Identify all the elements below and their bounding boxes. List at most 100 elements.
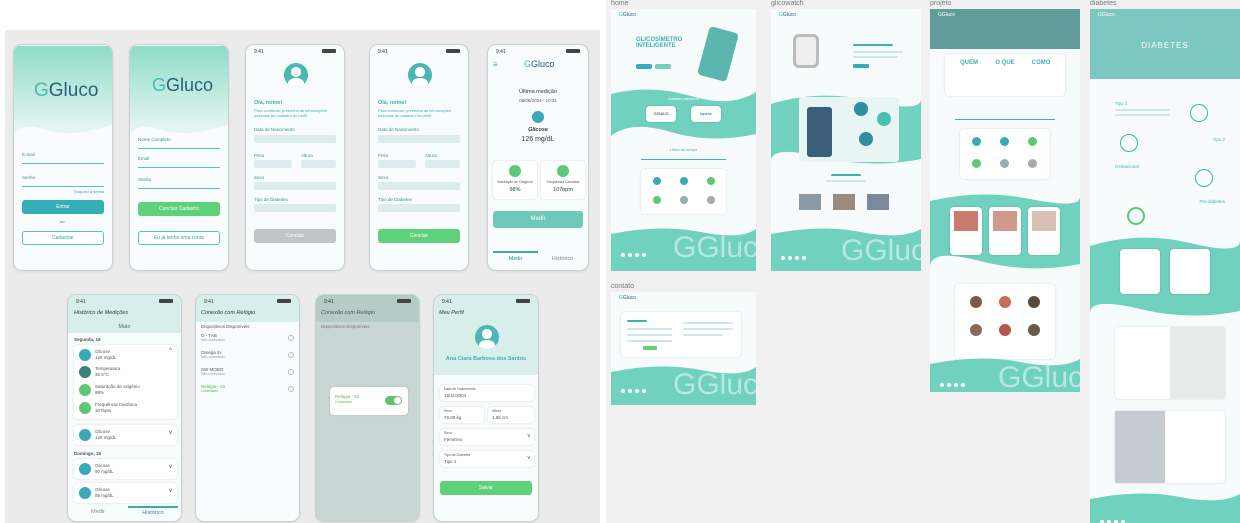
weight-field[interactable]: [378, 160, 416, 168]
password-field[interactable]: [138, 180, 220, 189]
member-avatar: [999, 296, 1011, 308]
timeline-heading: Linha do tempo: [669, 147, 698, 152]
radio-icon[interactable]: [288, 386, 294, 392]
save-button[interactable]: Salvar: [440, 481, 532, 495]
heart-icon: [557, 165, 569, 177]
chevron-down-icon[interactable]: v: [169, 464, 172, 470]
password-field[interactable]: [22, 178, 104, 187]
weight-field[interactable]: [254, 160, 292, 168]
dna-icon: [1190, 104, 1208, 122]
history-item[interactable]: Glicose 90 mg/dL v: [74, 459, 177, 479]
avatar-icon[interactable]: [284, 63, 308, 87]
diabetes-type-label: Tipo de Diabetes: [254, 197, 288, 202]
weight-field[interactable]: Peso 78,00 kg: [440, 407, 484, 423]
hero-button[interactable]: [636, 64, 652, 69]
menu-icon[interactable]: ≡: [493, 60, 498, 69]
social-icons[interactable]: [621, 244, 649, 262]
setup-description: Para continuar, preencha as informações …: [378, 108, 451, 118]
birth-field[interactable]: Data de Nascimento 16/11/2004: [440, 385, 534, 401]
social-icons[interactable]: [940, 374, 968, 392]
device-item[interactable]: G - TAB Não conectado: [201, 333, 294, 347]
social-icons[interactable]: [621, 380, 649, 398]
feature-icon: [877, 112, 891, 126]
green-wave-band: [611, 89, 756, 139]
glicowatch-page-mockup: GGluco GGluco: [771, 9, 921, 271]
history-item[interactable]: Glicose 85 mg/dL v: [74, 483, 177, 503]
cta-button[interactable]: [853, 64, 869, 68]
monitoring-card: [1115, 411, 1225, 483]
birth-label: Data de Nascimento: [254, 127, 295, 132]
register-button[interactable]: Cadastrar: [22, 231, 104, 245]
radio-icon[interactable]: [288, 335, 294, 341]
diabetes-type-select[interactable]: [378, 204, 460, 212]
feature-icon: [680, 177, 688, 185]
height-field[interactable]: [301, 160, 336, 168]
name-field[interactable]: [138, 140, 220, 149]
device-item[interactable]: SW MOBO Não conectado: [201, 367, 294, 381]
logo-text: Gluco: [166, 75, 214, 95]
section-title-contato: contato: [611, 283, 634, 290]
logo-mark: G: [34, 80, 49, 101]
continue-button[interactable]: Concluir: [378, 229, 460, 243]
gauge-icon: [1127, 207, 1145, 225]
status-bar: 9:41: [76, 299, 173, 307]
device-item[interactable]: Omega 3+ Não conectado: [201, 350, 294, 364]
logo-text: Gluco: [864, 234, 921, 267]
greeting: Olá, nome!: [254, 100, 283, 106]
treatment-photo: [1170, 327, 1225, 399]
email-field[interactable]: [138, 159, 220, 168]
how-heading: COMO: [1031, 60, 1051, 66]
logo-mark: G: [673, 231, 697, 264]
diabetes-type-select[interactable]: [254, 204, 336, 212]
feature-icon: [653, 177, 661, 185]
chevron-down-icon[interactable]: v: [169, 488, 172, 494]
tab-measure[interactable]: Medir: [493, 251, 538, 262]
chevron-down-icon[interactable]: v: [169, 430, 172, 436]
sex-select[interactable]: Sexo Feminino v: [440, 429, 534, 445]
height-field[interactable]: Altura 1,65 cm: [488, 407, 534, 423]
send-button[interactable]: [643, 346, 657, 350]
login-button[interactable]: Entrar: [22, 200, 104, 214]
month-label: Maio: [118, 324, 131, 330]
glucose-icon: [532, 111, 544, 123]
logo-text: Gluco: [1021, 361, 1080, 392]
measure-button[interactable]: Medir: [493, 211, 583, 228]
social-icons[interactable]: [781, 247, 809, 265]
device-item-connected[interactable]: Relógio - 01 Conectado: [201, 384, 294, 398]
form-line: [683, 328, 733, 330]
oxygen-value: 98%: [509, 187, 521, 193]
status-bar: 9:41: [378, 49, 460, 57]
gluco-logo: GGluco: [1098, 12, 1115, 18]
feature-icon: [1028, 137, 1037, 146]
connection-toggle[interactable]: [385, 396, 402, 405]
sex-select[interactable]: [378, 182, 460, 190]
tab-history[interactable]: Histórico: [540, 251, 585, 262]
hero-button-secondary[interactable]: [655, 64, 671, 69]
item-value: 107bpm: [95, 408, 112, 413]
continue-button-disabled[interactable]: Concluir: [254, 229, 336, 243]
height-field[interactable]: [425, 160, 460, 168]
complete-register-button[interactable]: Concluir Cadastro: [138, 202, 220, 216]
chevron-up-icon[interactable]: ^: [169, 348, 172, 354]
have-account-button[interactable]: Eu já tenho uma conta: [138, 231, 220, 245]
history-item[interactable]: Glicose 126 mg/dL v: [74, 425, 177, 445]
radio-icon[interactable]: [288, 369, 294, 375]
radio-icon[interactable]: [288, 352, 294, 358]
phone-hand-image: [697, 25, 739, 83]
birth-field[interactable]: [254, 135, 336, 143]
avatar-icon[interactable]: [475, 325, 499, 349]
social-icons[interactable]: [1100, 511, 1128, 523]
tab-measure[interactable]: Medir: [73, 509, 123, 515]
member-avatar: [970, 324, 982, 336]
tab-history[interactable]: Histórico: [128, 506, 178, 516]
weight-label: Peso: [444, 409, 452, 413]
gluco-logo: GGluco: [34, 80, 98, 102]
avatar-icon[interactable]: [408, 63, 432, 87]
forgot-password-link[interactable]: Esqueci a senha: [74, 189, 104, 194]
email-field[interactable]: [22, 155, 104, 164]
diabetes-type-select[interactable]: Tipo de Diabetes Tipo 1 v: [440, 451, 534, 467]
item-value: 90 mg/dL: [95, 469, 114, 474]
sex-select[interactable]: [254, 182, 336, 190]
birth-field[interactable]: [378, 135, 460, 143]
prediabetes-heading: Pré-diabetes: [1199, 199, 1225, 204]
